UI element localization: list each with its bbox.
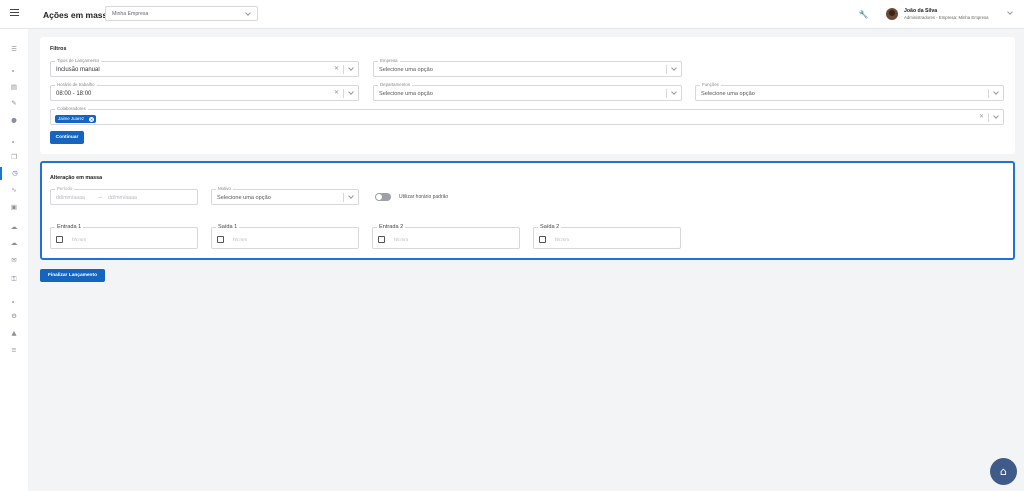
saida-1-checkbox[interactable] bbox=[217, 236, 224, 243]
field-value: Inclusão manual bbox=[56, 67, 100, 73]
cloud-icon[interactable]: ☁ bbox=[0, 221, 28, 234]
departamentos-select[interactable]: Departamentos Selecione uma opção bbox=[373, 82, 682, 101]
company-select[interactable]: Minha Empresa bbox=[105, 6, 258, 21]
entrada-1-input[interactable]: hh:mm bbox=[72, 237, 86, 242]
field-label: Horário de trabalho bbox=[55, 82, 97, 87]
toggle-label: Utilizar horário padrão bbox=[399, 194, 449, 200]
divider bbox=[988, 113, 989, 122]
chevron-down-icon[interactable] bbox=[993, 89, 999, 95]
field-label: Departamentos bbox=[378, 82, 413, 87]
field-placeholder: Selecione uma opção bbox=[379, 67, 433, 73]
clear-icon[interactable]: ✕ bbox=[334, 89, 339, 97]
sidebar-separator bbox=[12, 301, 14, 303]
field-label: Entrada 2 bbox=[377, 224, 406, 230]
empresa-select[interactable]: Empresa Selecione uma opção bbox=[373, 58, 682, 77]
document-icon[interactable]: ▤ bbox=[0, 81, 28, 94]
divider bbox=[988, 89, 989, 98]
remove-chip-icon[interactable]: ✕ bbox=[89, 116, 95, 122]
field-placeholder: Selecione uma opção bbox=[701, 91, 755, 97]
gear-icon[interactable]: ⚙ bbox=[0, 310, 28, 323]
end-date-input[interactable]: dd/mm/aaaa bbox=[108, 195, 137, 201]
start-date-input[interactable]: dd/mm/aaaa bbox=[56, 195, 85, 201]
user-icon[interactable]: ▲ bbox=[0, 327, 28, 340]
field-label: Motivo bbox=[216, 186, 233, 191]
sidebar: ☰ ▤ ✎ ● ❐ ◷ ∿ ▣ ☁ ☁ ✉ ⚿ ⚙ ▲ ≡ bbox=[0, 29, 28, 491]
entrada-1-field: Entrada 1 hh:mm bbox=[50, 224, 198, 249]
user-name: João da Silva bbox=[904, 8, 938, 14]
clear-icon[interactable]: ✕ bbox=[334, 65, 339, 73]
saida-2-checkbox[interactable] bbox=[539, 236, 546, 243]
chat-icon[interactable]: ▣ bbox=[0, 201, 28, 214]
person-icon[interactable]: ● bbox=[0, 114, 28, 127]
chevron-down-icon[interactable] bbox=[1007, 9, 1013, 15]
field-label: Período bbox=[55, 186, 75, 191]
field-label: Entrada 1 bbox=[55, 224, 84, 230]
chevron-down-icon bbox=[245, 10, 251, 16]
clock-icon[interactable]: ◷ bbox=[0, 167, 28, 180]
field-placeholder: Selecione uma opção bbox=[217, 195, 271, 201]
page-title: Ações em massa bbox=[43, 10, 112, 20]
tipo-lancamento-select[interactable]: Tipos de Lançamento Inclusão manual ✕ bbox=[50, 58, 359, 77]
entrada-2-field: Entrada 2 hh:mm bbox=[372, 224, 520, 249]
chevron-down-icon[interactable] bbox=[993, 113, 999, 119]
top-bar: Ações em massa Minha Empresa 🔧 João da S… bbox=[0, 0, 1024, 29]
horario-padrao-toggle[interactable] bbox=[375, 193, 391, 201]
avatar[interactable] bbox=[886, 8, 898, 20]
sidebar-separator bbox=[12, 70, 14, 72]
finalize-button[interactable]: Finalizar Lançamento bbox=[40, 269, 105, 282]
field-label: Saída 2 bbox=[538, 224, 562, 230]
key-icon[interactable]: ⚿ bbox=[0, 273, 28, 286]
field-placeholder: Selecione uma opção bbox=[379, 91, 433, 97]
periodo-range[interactable]: Período dd/mm/aaaa → dd/mm/aaaa bbox=[50, 186, 198, 205]
menu-icon[interactable] bbox=[10, 9, 19, 16]
divider bbox=[343, 65, 344, 74]
saida-2-input[interactable]: hh:mm bbox=[555, 237, 569, 242]
field-label: Tipos de Lançamento bbox=[55, 58, 102, 63]
saida-1-input[interactable]: hh:mm bbox=[233, 237, 247, 242]
divider bbox=[666, 89, 667, 98]
field-label: Saída 1 bbox=[216, 224, 240, 230]
sidebar-separator bbox=[12, 141, 14, 143]
chevron-down-icon[interactable] bbox=[671, 65, 677, 71]
copy-icon[interactable]: ❐ bbox=[0, 151, 28, 164]
motivo-select[interactable]: Motivo Selecione uma opção bbox=[211, 186, 359, 205]
chip-label: Jaime Juarez bbox=[58, 116, 85, 121]
divider bbox=[343, 89, 344, 98]
field-label: Empresa bbox=[378, 58, 400, 63]
field-value: 08:00 - 18:00 bbox=[56, 91, 92, 97]
chevron-down-icon[interactable] bbox=[348, 193, 354, 199]
company-select-value: Minha Empresa bbox=[112, 11, 149, 17]
colaboradores-select[interactable]: Colaboradores Jaime Juarez ✕ ✕ bbox=[50, 106, 1004, 125]
funcoes-select[interactable]: Funções Selecione uma opção bbox=[695, 82, 1004, 101]
saida-1-field: Saída 1 hh:mm bbox=[211, 224, 359, 249]
cloud-icon[interactable]: ☁ bbox=[0, 237, 28, 250]
chevron-down-icon[interactable] bbox=[348, 65, 354, 71]
saida-2-field: Saída 2 hh:mm bbox=[533, 224, 681, 249]
entrada-2-checkbox[interactable] bbox=[378, 236, 385, 243]
chevron-down-icon[interactable] bbox=[348, 89, 354, 95]
divider bbox=[666, 65, 667, 74]
divider bbox=[343, 193, 344, 202]
filters-title: Filtros bbox=[50, 46, 67, 52]
list-icon[interactable]: ≡ bbox=[0, 344, 28, 357]
entrada-1-checkbox[interactable] bbox=[56, 236, 63, 243]
help-chat-icon[interactable]: ⌂ bbox=[990, 458, 1017, 485]
bar-chart-icon[interactable]: ☰ bbox=[0, 43, 28, 56]
pen-icon[interactable]: ✎ bbox=[0, 97, 28, 110]
mass-change-title: Alteração em massa bbox=[50, 175, 103, 181]
user-role: Administradores - Empresa: Minha Empresa bbox=[904, 15, 989, 20]
continue-button[interactable]: Continuar bbox=[50, 131, 84, 144]
mail-icon[interactable]: ✉ bbox=[0, 254, 28, 267]
field-label: Colaboradores bbox=[55, 106, 88, 111]
trend-icon[interactable]: ∿ bbox=[0, 184, 28, 197]
entrada-2-input[interactable]: hh:mm bbox=[394, 237, 408, 242]
horario-trabalho-select[interactable]: Horário de trabalho 08:00 - 18:00 ✕ bbox=[50, 82, 359, 101]
wrench-icon[interactable]: 🔧 bbox=[857, 8, 870, 21]
field-label: Funções bbox=[700, 82, 721, 87]
chevron-down-icon[interactable] bbox=[671, 89, 677, 95]
clear-icon[interactable]: ✕ bbox=[979, 113, 984, 121]
selected-colaborador-chip[interactable]: Jaime Juarez ✕ bbox=[55, 115, 97, 123]
arrow-right-icon: → bbox=[97, 194, 103, 200]
